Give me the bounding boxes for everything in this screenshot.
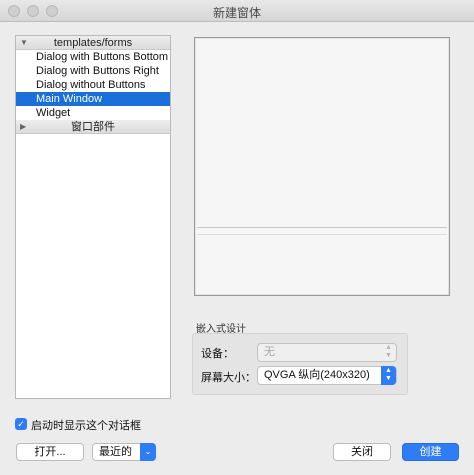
template-list[interactable]: ▼ templates/forms Dialog with Buttons Bo… xyxy=(15,35,171,399)
template-item-dialog-buttons-right[interactable]: Dialog with Buttons Right xyxy=(16,64,170,78)
template-preview xyxy=(194,37,450,296)
up-down-chevron-icon: ▲ ▼ xyxy=(385,344,392,359)
close-button[interactable]: 关闭 xyxy=(333,443,391,461)
device-value: 无 xyxy=(264,346,275,358)
open-button[interactable]: 打开... xyxy=(16,443,84,461)
category-label: 窗口部件 xyxy=(71,121,115,133)
title-bar: 新建窗体 xyxy=(0,0,474,22)
up-down-chevron-icon[interactable]: ▲ ▼ xyxy=(381,366,396,385)
category-widgets[interactable]: ▶ 窗口部件 xyxy=(16,120,170,134)
template-item-main-window[interactable]: Main Window xyxy=(16,92,170,106)
device-select: 无 ▲ ▼ xyxy=(257,343,397,362)
checkmark-icon: ✓ xyxy=(17,419,25,429)
create-button[interactable]: 创建 xyxy=(402,443,459,461)
triangle-right-icon[interactable]: ▶ xyxy=(20,120,26,134)
screen-size-select[interactable]: QVGA 纵向(240x320) ▲ ▼ xyxy=(257,366,397,385)
device-label: 设备： xyxy=(201,348,234,360)
triangle-down-icon[interactable]: ▼ xyxy=(20,36,28,50)
window-title: 新建窗体 xyxy=(212,6,261,20)
screen-size-label: 屏幕大小： xyxy=(201,372,256,384)
chevron-down-icon[interactable]: ⌄ xyxy=(140,443,156,461)
recent-button[interactable]: 最近的 ⌄ xyxy=(92,443,156,461)
screen-size-value: QVGA 纵向(240x320) xyxy=(264,369,370,381)
category-label: templates/forms xyxy=(53,37,133,49)
show-on-startup-label[interactable]: 启动时显示这个对话框 xyxy=(31,417,141,433)
preview-divider xyxy=(197,227,447,228)
show-on-startup-checkbox[interactable]: ✓ xyxy=(15,418,27,430)
template-item-dialog-buttons-bottom[interactable]: Dialog with Buttons Bottom xyxy=(16,50,170,64)
category-templates-forms[interactable]: ▼ templates/forms xyxy=(16,36,170,50)
preview-divider xyxy=(197,234,447,235)
recent-label: 最近的 xyxy=(99,446,132,458)
template-item-widget[interactable]: Widget xyxy=(16,106,170,120)
template-item-dialog-without-buttons[interactable]: Dialog without Buttons xyxy=(16,78,170,92)
